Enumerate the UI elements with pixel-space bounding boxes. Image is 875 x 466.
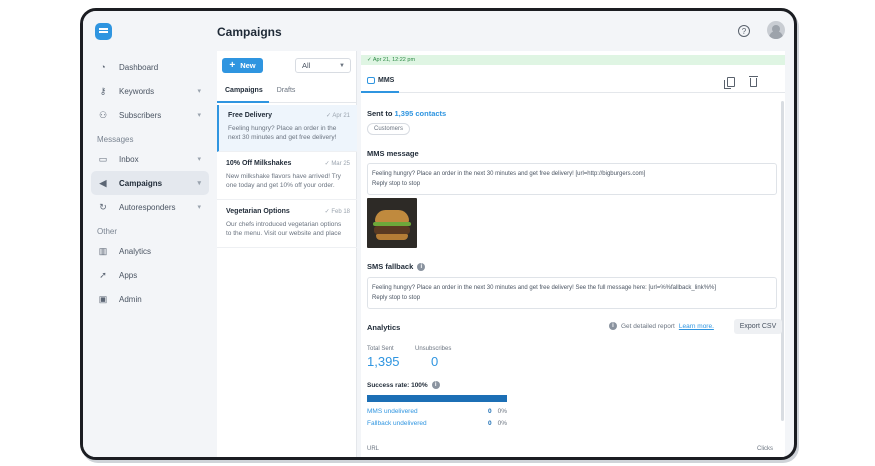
chevron-down-icon: ▾ bbox=[197, 156, 201, 163]
campaign-list-panel: + New All ▼ Campaigns Drafts Free Delive… bbox=[217, 51, 357, 457]
filter-select[interactable]: All ▼ bbox=[295, 58, 351, 73]
app-logo[interactable] bbox=[95, 23, 112, 40]
list-tabs: Campaigns Drafts bbox=[217, 81, 357, 103]
url-column-header: URL bbox=[367, 446, 380, 452]
sms-fallback-text: Feeling hungry? Place an order in the ne… bbox=[372, 285, 717, 291]
sidebar-item-admin[interactable]: ▣ Admin bbox=[91, 287, 209, 311]
campaign-preview: Feeling hungry? Place an order in the nex… bbox=[228, 125, 337, 141]
mms-message-title: MMS message bbox=[367, 149, 419, 158]
sidebar: ◔ Dashboard ⚷ Keywords ▾ ⚇ Subscribers ▾… bbox=[83, 11, 215, 457]
unsubscribes-value: 0 bbox=[431, 354, 439, 369]
sent-to-line: Sent to 1,395 contacts bbox=[367, 109, 447, 118]
sidebar-item-label: Apps bbox=[119, 270, 138, 280]
analytics-title: Analytics bbox=[367, 323, 401, 332]
app-window: ◔ Dashboard ⚷ Keywords ▾ ⚇ Subscribers ▾… bbox=[80, 8, 797, 460]
help-icon[interactable]: ? bbox=[738, 25, 750, 37]
avatar[interactable] bbox=[767, 21, 785, 39]
plus-icon: + bbox=[229, 60, 236, 71]
campaign-preview: Our chefs introduced vegetarian options t… bbox=[226, 221, 342, 237]
scrollbar[interactable] bbox=[781, 101, 784, 421]
users-icon: ⚇ bbox=[98, 109, 108, 120]
info-icon[interactable]: i bbox=[417, 262, 426, 271]
chat-icon: ▭ bbox=[98, 153, 108, 164]
message-type-bar: MMS bbox=[361, 71, 785, 93]
sidebar-item-label: Dashboard bbox=[119, 62, 159, 72]
chevron-down-icon: ▼ bbox=[339, 62, 345, 69]
repeat-icon: ↻ bbox=[99, 201, 107, 212]
sidebar-item-label: Subscribers bbox=[119, 110, 162, 120]
success-progress-fill bbox=[367, 395, 507, 402]
sidebar-item-inbox[interactable]: ▭ Inbox ▾ bbox=[91, 147, 209, 171]
export-csv-button[interactable]: Export CSV bbox=[734, 319, 782, 334]
tab-campaigns[interactable]: Campaigns bbox=[217, 81, 269, 103]
total-sent-value: 1,395 bbox=[367, 354, 400, 369]
campaign-detail: ✓ Apr 21, 12:22 pm MMS Sent to 1,395 con… bbox=[361, 51, 785, 457]
chevron-down-icon: ▾ bbox=[197, 112, 201, 119]
sidebar-item-analytics[interactable]: ▥ Analytics bbox=[91, 239, 209, 263]
sidebar-item-label: Campaigns bbox=[119, 178, 163, 188]
mms-message-footer: Reply stop to stop bbox=[372, 181, 421, 187]
success-rate: Success rate: 100% i bbox=[367, 381, 440, 389]
sidebar-item-label: Analytics bbox=[119, 246, 152, 256]
tab-drafts[interactable]: Drafts bbox=[269, 81, 302, 103]
sidebar-item-label: Autoresponders bbox=[119, 202, 176, 212]
sidebar-item-campaigns[interactable]: ◀ Campaigns ▾ bbox=[91, 171, 209, 195]
rocket-icon: ➚ bbox=[99, 269, 107, 280]
type-label: MMS bbox=[378, 77, 395, 84]
sidebar-item-keywords[interactable]: ⚷ Keywords ▾ bbox=[91, 79, 209, 103]
trash-icon[interactable] bbox=[749, 76, 758, 87]
filter-value: All bbox=[302, 61, 311, 70]
section-messages: Messages bbox=[97, 135, 134, 144]
list-item[interactable]: 10% Off Milkshakes ✓ Mar 25 New milkshak… bbox=[217, 153, 357, 200]
list-item[interactable]: Free Delivery ✓ Apr 21 Feeling hungry? P… bbox=[217, 105, 357, 152]
chart-icon: ▥ bbox=[98, 245, 108, 256]
campaign-preview: New milkshake flavors have arrived! Try o… bbox=[226, 173, 341, 189]
chevron-down-icon: ▾ bbox=[197, 180, 201, 187]
fallback-undelivered-row[interactable]: Fallback undelivered 0 0% bbox=[367, 420, 507, 427]
mms-message-box: Feeling hungry? Place an order in the ne… bbox=[367, 163, 777, 195]
new-campaign-button[interactable]: + New bbox=[222, 58, 263, 73]
active-tab-indicator bbox=[361, 91, 399, 93]
chevron-down-icon: ▾ bbox=[197, 88, 201, 95]
new-button-label: New bbox=[240, 61, 256, 70]
campaign-date: ✓ Feb 18 bbox=[324, 209, 350, 215]
tab-mms[interactable]: MMS bbox=[367, 77, 394, 84]
sms-fallback-title: SMS fallback i bbox=[367, 262, 426, 271]
report-hint: i Get detailed report Learn more. bbox=[609, 322, 714, 330]
sidebar-item-dashboard[interactable]: ◔ Dashboard bbox=[91, 55, 209, 79]
copy-icon[interactable] bbox=[724, 77, 735, 89]
list-item[interactable]: Vegetarian Options ✓ Feb 18 Our chefs in… bbox=[217, 201, 357, 248]
success-progress-bar bbox=[367, 395, 507, 402]
admin-icon: ▣ bbox=[98, 293, 108, 304]
sidebar-item-label: Inbox bbox=[119, 154, 139, 164]
section-other: Other bbox=[97, 227, 118, 236]
sms-fallback-footer: Reply stop to stop bbox=[372, 295, 421, 301]
info-icon: i bbox=[609, 322, 617, 330]
mms-undelivered-row[interactable]: MMS undelivered 0 0% bbox=[367, 408, 507, 415]
mms-message-text: Feeling hungry? Place an order in the ne… bbox=[372, 171, 646, 177]
audience-tag: Customers bbox=[367, 123, 411, 135]
chevron-down-icon: ▾ bbox=[197, 204, 201, 211]
page-title: Campaigns bbox=[217, 25, 282, 39]
sidebar-item-label: Admin bbox=[119, 294, 142, 304]
sidebar-item-subscribers[interactable]: ⚇ Subscribers ▾ bbox=[91, 103, 209, 127]
total-sent-label: Total Sent bbox=[367, 346, 394, 352]
key-icon: ⚷ bbox=[99, 85, 107, 96]
info-icon[interactable]: i bbox=[431, 381, 440, 389]
campaign-date: ✓ Apr 21 bbox=[325, 113, 350, 119]
sidebar-item-apps[interactable]: ➚ Apps bbox=[91, 263, 209, 287]
megaphone-icon: ◀ bbox=[99, 177, 107, 188]
campaign-date: ✓ Mar 25 bbox=[324, 161, 350, 167]
unsubscribes-label: Unsubscribes bbox=[415, 346, 452, 352]
gauge-icon: ◔ bbox=[100, 62, 106, 72]
mms-icon bbox=[367, 77, 375, 84]
status-badge: ✓ Apr 21, 12:22 pm bbox=[361, 55, 785, 65]
mms-image bbox=[367, 198, 417, 248]
sidebar-item-label: Keywords bbox=[119, 86, 155, 96]
clicks-column-header: Clicks bbox=[757, 446, 773, 452]
sidebar-nav: ◔ Dashboard ⚷ Keywords ▾ ⚇ Subscribers ▾… bbox=[91, 55, 209, 311]
learn-more-link[interactable]: Learn more. bbox=[679, 323, 714, 330]
sidebar-item-autoresponders[interactable]: ↻ Autoresponders ▾ bbox=[91, 195, 209, 219]
sms-fallback-box: Feeling hungry? Place an order in the ne… bbox=[367, 277, 777, 309]
